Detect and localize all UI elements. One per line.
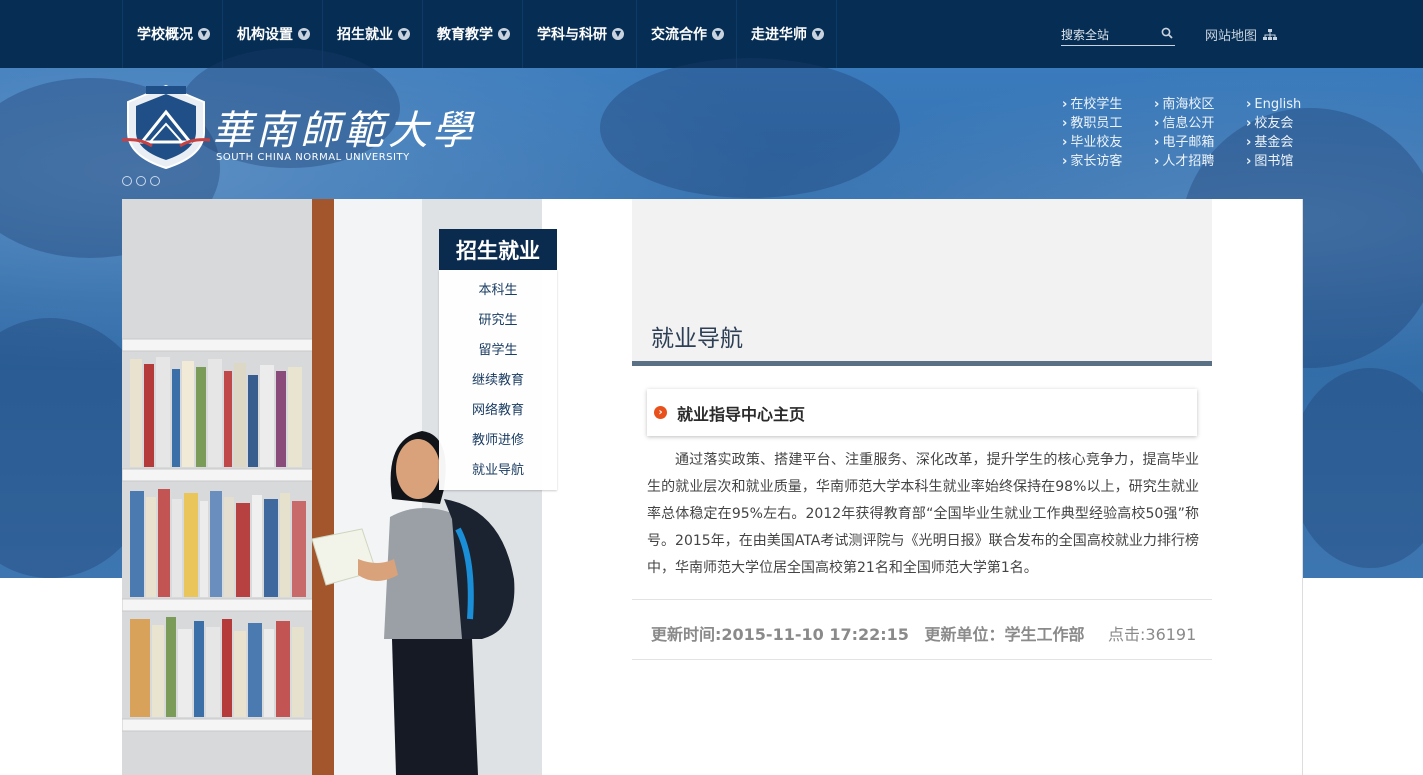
nav-item-label: 学校概况 (137, 27, 193, 43)
quick-link-alumni-association[interactable]: 校友会 (1246, 115, 1326, 133)
quick-links: 在校学生 南海校区 English 教职员工 信息公开 校友会 毕业校友 电子邮… (1062, 96, 1326, 171)
hit-count: 点击:36191 (1108, 625, 1197, 644)
divider (632, 599, 1212, 600)
side-menu-item-teacher-training[interactable]: 教师进修 (439, 426, 557, 456)
section-title-box: 就业导航 (632, 199, 1212, 361)
nav-item-research[interactable]: 学科与科研 ▼ (523, 0, 637, 68)
nav-item-label: 招生就业 (337, 27, 393, 43)
chevron-down-icon: ▼ (198, 28, 210, 40)
update-unit: 更新单位：学生工作部 (924, 625, 1085, 644)
nav-item-exchange[interactable]: 交流合作 ▼ (637, 0, 737, 68)
side-menu-item-career-navigation[interactable]: 就业导航 (439, 456, 557, 486)
chevron-down-icon: ▼ (712, 28, 724, 40)
search-icon[interactable] (1161, 27, 1173, 39)
quick-link-staff[interactable]: 教职员工 (1062, 115, 1154, 133)
quick-link-foundation[interactable]: 基金会 (1246, 134, 1326, 152)
side-menu-item-international[interactable]: 留学生 (439, 336, 557, 366)
article-link-card[interactable]: › 就业指导中心主页 (647, 389, 1197, 436)
sitemap-link[interactable]: 网站地图 (1205, 25, 1278, 44)
search-input[interactable] (1061, 25, 1157, 45)
article-body: 通过落实政策、搭建平台、注重服务、深化改革，提升学生的核心竞争力，提高毕业生的就… (647, 452, 1199, 576)
sitemap-icon (1263, 28, 1278, 40)
quick-link-english[interactable]: English (1246, 96, 1326, 114)
chevron-down-icon: ▼ (812, 28, 824, 40)
side-menu-item-continuing-education[interactable]: 继续教育 (439, 366, 557, 396)
nav-item-label: 教育教学 (437, 27, 493, 43)
tree-branch-decoration (600, 58, 900, 198)
tree-branch-decoration (1290, 368, 1423, 568)
quick-link-info-disclosure[interactable]: 信息公开 (1154, 115, 1246, 133)
update-time: 更新时间:2015-11-10 17:22:15 (651, 625, 909, 644)
article-meta: 更新时间:2015-11-10 17:22:15 更新单位：学生工作部 (651, 621, 1095, 645)
quick-link-email[interactable]: 电子邮箱 (1154, 134, 1246, 152)
nav-item-education[interactable]: 教育教学 ▼ (423, 0, 523, 68)
side-menu-list: 本科生 研究生 留学生 继续教育 网络教育 教师进修 就业导航 (439, 270, 557, 490)
quick-link-recruitment[interactable]: 人才招聘 (1154, 153, 1246, 171)
quick-link-students[interactable]: 在校学生 (1062, 96, 1154, 114)
nav-item-label: 学科与科研 (537, 27, 607, 43)
title-underline (632, 361, 1212, 366)
side-menu-item-graduate[interactable]: 研究生 (439, 306, 557, 336)
sitemap-label: 网站地图 (1205, 29, 1258, 44)
chevron-down-icon: ▼ (612, 28, 624, 40)
university-name-en: SOUTH CHINA NORMAL UNIVERSITY (216, 152, 410, 163)
top-navigation-bar: 学校概况 ▼ 机构设置 ▼ 招生就业 ▼ 教育教学 ▼ 学科与科研 ▼ 交流合作 ▼ 走进华… (0, 0, 1423, 68)
side-menu-item-online-education[interactable]: 网络教育 (439, 396, 557, 426)
quick-link-visitors[interactable]: 家长访客 (1062, 153, 1154, 171)
carousel-dot[interactable] (122, 176, 132, 186)
quick-link-nanhai-campus[interactable]: 南海校区 (1154, 96, 1246, 114)
quick-link-library[interactable]: 图书馆 (1246, 153, 1326, 171)
nav-item-school-overview[interactable]: 学校概况 ▼ (123, 0, 223, 68)
university-name-cn: 華南師範大學 (212, 108, 476, 154)
carousel-dot[interactable] (136, 176, 146, 186)
nav-item-label: 机构设置 (237, 27, 293, 43)
site-search (1061, 24, 1175, 46)
quick-link-alumni[interactable]: 毕业校友 (1062, 134, 1154, 152)
side-menu-item-undergraduate[interactable]: 本科生 (439, 276, 557, 306)
side-menu-title: 招生就业 (439, 229, 557, 270)
nav-item-label: 走进华师 (751, 27, 807, 43)
chevron-right-icon: › (654, 406, 667, 419)
chevron-down-icon: ▼ (498, 28, 510, 40)
article-link-title: 就业指导中心主页 (677, 404, 806, 424)
chevron-down-icon: ▼ (398, 28, 410, 40)
banner-carousel-dots (122, 176, 160, 186)
section-side-menu: 招生就业 本科生 研究生 留学生 继续教育 网络教育 教师进修 就业导航 (439, 229, 557, 490)
divider (632, 659, 1212, 660)
nav-item-label: 交流合作 (651, 27, 707, 43)
carousel-dot[interactable] (150, 176, 160, 186)
chevron-down-icon: ▼ (298, 28, 310, 40)
page-title: 就业导航 (651, 326, 743, 352)
